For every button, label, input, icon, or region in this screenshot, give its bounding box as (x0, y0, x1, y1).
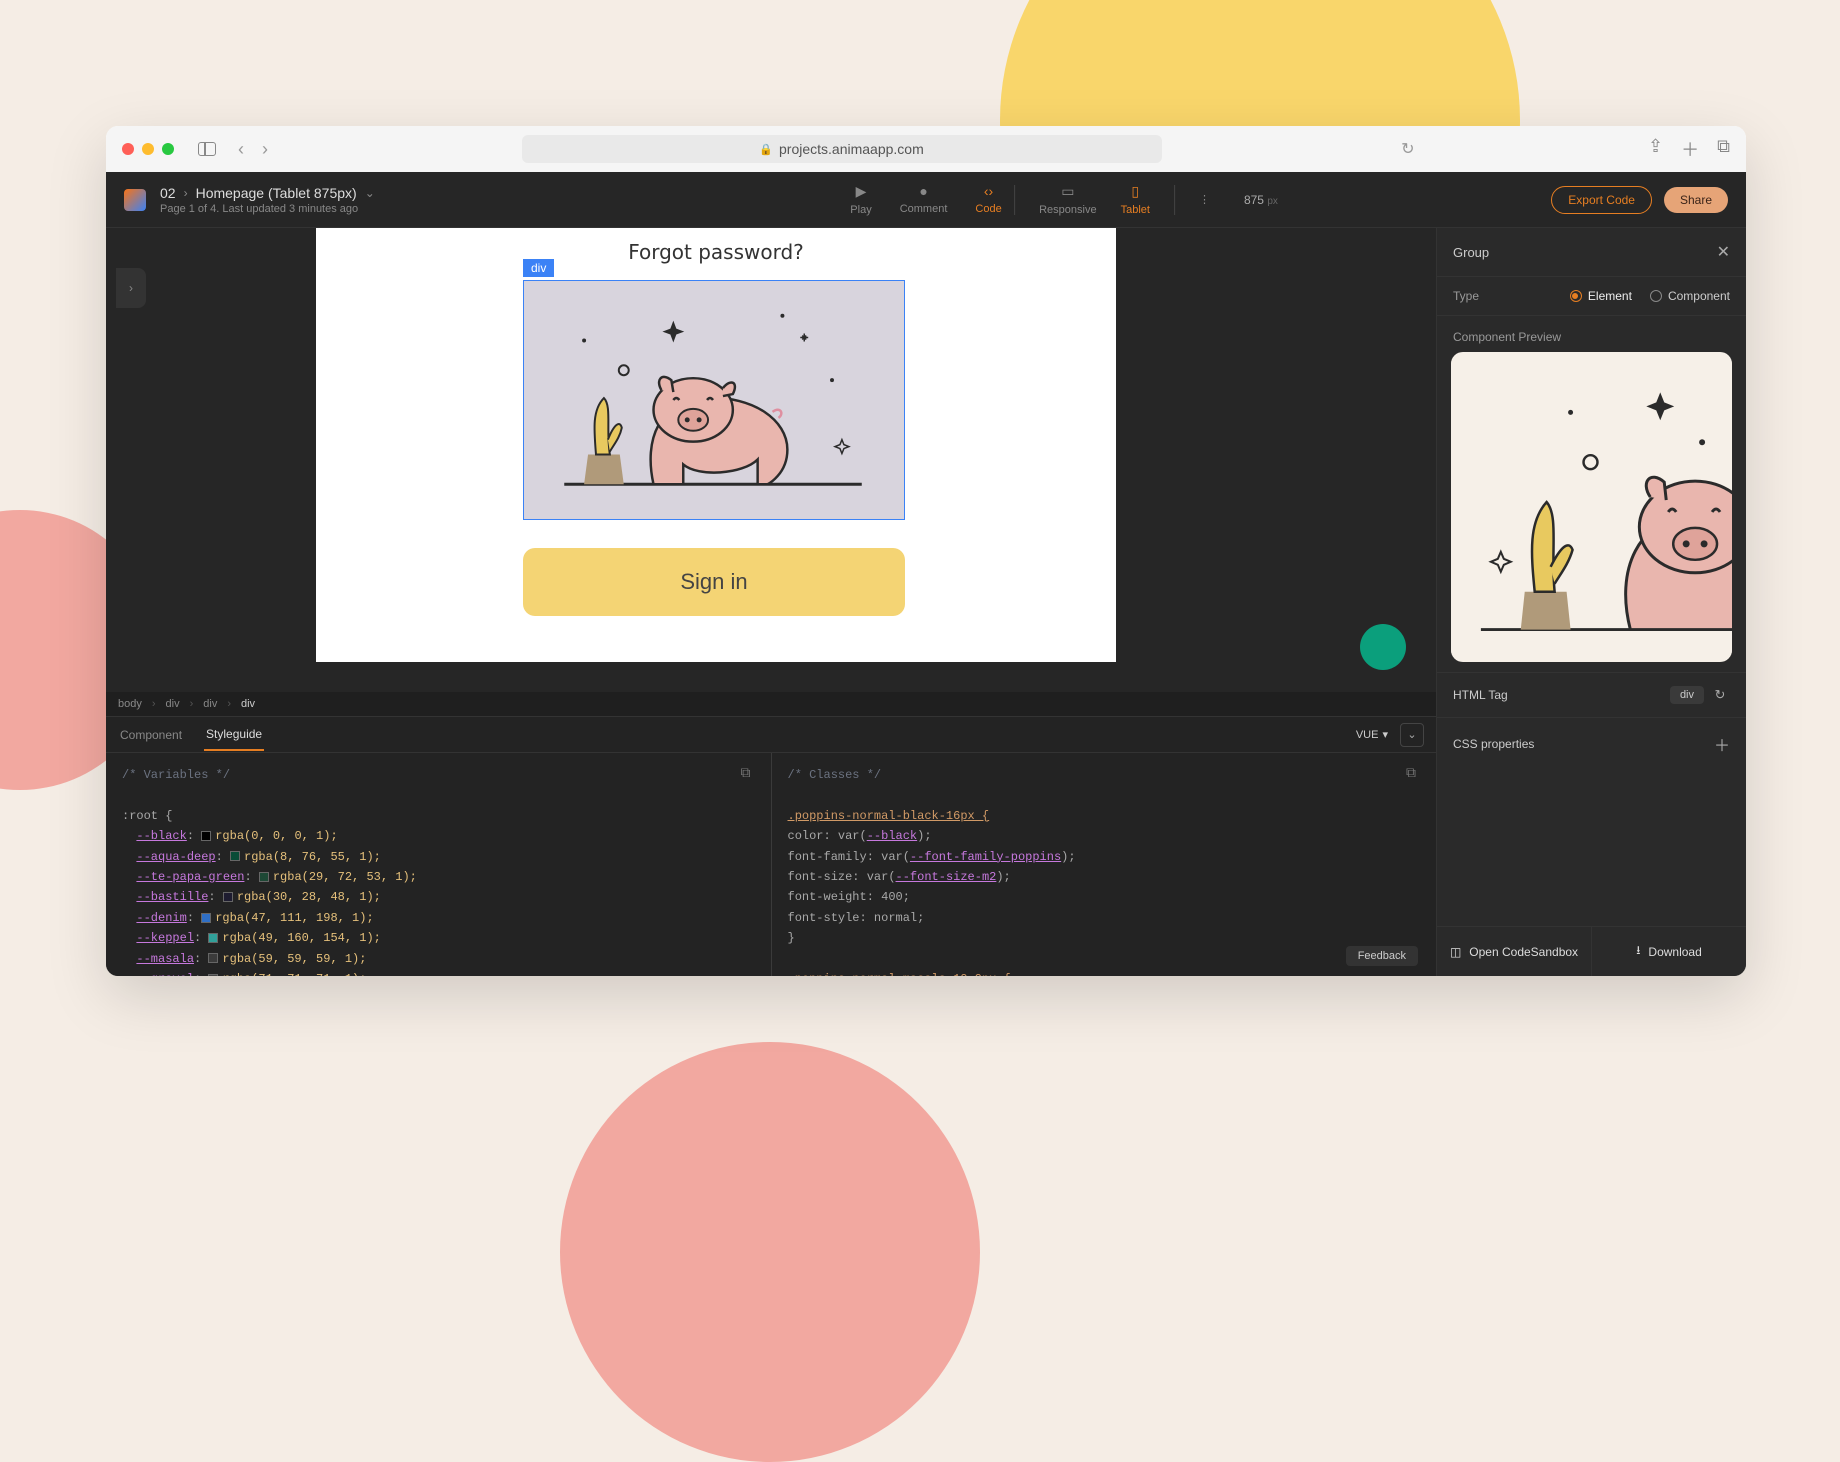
chrome-actions: ⇪ ＋ ⧉ (1648, 136, 1730, 162)
sign-in-button[interactable]: Sign in (523, 548, 905, 616)
maximize-window-button[interactable] (162, 143, 174, 155)
breadcrumb-item[interactable]: div (203, 698, 217, 710)
type-row: Type Element Component (1437, 276, 1746, 315)
back-button[interactable]: ‹ (238, 139, 244, 160)
breadcrumb-item[interactable]: div (241, 698, 255, 710)
html-tag-label: HTML Tag (1453, 688, 1508, 702)
forgot-password-text: Forgot password? (316, 240, 1116, 264)
chevron-down-icon[interactable]: ⌄ (365, 186, 375, 200)
forward-button[interactable]: › (262, 139, 268, 160)
crumb-number: 02 (160, 185, 176, 201)
panel-content: ⧉ /* Variables */:root { --black: rgba(0… (106, 753, 1436, 976)
top-bar-actions: Export Code Share (1551, 186, 1728, 214)
language-dropdown[interactable]: VUE ▾ (1356, 728, 1388, 741)
reload-icon[interactable]: ↻ (1401, 139, 1414, 159)
tablet-icon: ▯ (1131, 183, 1139, 200)
chevron-down-icon: ▾ (1382, 728, 1388, 741)
reset-icon[interactable]: ↻ (1710, 685, 1730, 705)
add-icon[interactable]: ＋ (1714, 732, 1730, 756)
code-panel: Component Styleguide VUE ▾ ⌄ ⧉ (106, 716, 1436, 976)
dimension-label: 875 px (1244, 193, 1278, 207)
component-preview (1451, 352, 1732, 662)
selection-tag: div (523, 259, 554, 277)
browser-window: ‹ › 🔒 projects.animaapp.com ↻ ⇪ ＋ ⧉ 02 ›… (106, 126, 1746, 976)
url-bar[interactable]: 🔒 projects.animaapp.com (522, 135, 1162, 163)
main-area: › Forgot password? div (106, 228, 1746, 976)
app-shell: 02 › Homepage (Tablet 875px) ⌄ Page 1 of… (106, 172, 1746, 976)
comment-icon: ● (919, 183, 927, 199)
expand-sidebar-handle[interactable]: › (116, 268, 146, 308)
inspector-title: Group (1453, 245, 1489, 260)
type-radio-component[interactable]: Component (1650, 289, 1730, 303)
illustration (524, 281, 904, 519)
mode-tabs: ▶ Play ● Comment ‹› Code (850, 183, 1001, 216)
css-props-row: CSS properties ＋ (1437, 717, 1746, 770)
css-props-label: CSS properties (1453, 737, 1534, 751)
top-bar: 02 › Homepage (Tablet 875px) ⌄ Page 1 of… (106, 172, 1746, 228)
html-tag-value[interactable]: div (1670, 686, 1704, 704)
export-code-button[interactable]: Export Code (1551, 186, 1652, 214)
canvas-column: › Forgot password? div (106, 228, 1436, 976)
dom-breadcrumb: body › div › div › div (106, 692, 1436, 716)
download-button[interactable]: ⭳ Download (1591, 927, 1746, 976)
artboard: Forgot password? div (316, 228, 1116, 662)
feedback-button[interactable]: Feedback (1346, 946, 1418, 966)
open-codesandbox-button[interactable]: ◫ Open CodeSandbox (1437, 927, 1591, 976)
share-button[interactable]: Share (1664, 187, 1728, 213)
separator (1174, 185, 1175, 215)
device-tabs: ▭ Responsive ▯ Tablet ⋮ 875 px (1014, 183, 1278, 216)
copy-icon[interactable]: ⧉ (1406, 763, 1424, 781)
breadcrumb-item[interactable]: div (166, 698, 180, 710)
code-classes-column: ⧉ /* Classes */.poppins-normal-black-16p… (772, 753, 1437, 976)
tabs-icon[interactable]: ⧉ (1717, 136, 1730, 162)
panel-tabs: Component Styleguide VUE ▾ ⌄ (106, 717, 1436, 753)
new-tab-icon[interactable]: ＋ (1681, 136, 1699, 162)
page-title: Homepage (Tablet 875px) (196, 185, 357, 201)
url-text: projects.animaapp.com (779, 141, 924, 157)
mode-tab-play[interactable]: ▶ Play (850, 183, 871, 216)
tab-styleguide[interactable]: Styleguide (204, 719, 264, 751)
device-tab-responsive[interactable]: ▭ Responsive (1039, 183, 1096, 216)
separator (1014, 185, 1015, 215)
responsive-icon: ▭ (1061, 183, 1074, 200)
selection-box[interactable]: div (523, 280, 905, 520)
sidebar-toggle-icon[interactable] (198, 142, 216, 156)
copy-icon[interactable]: ⧉ (741, 763, 759, 781)
preview-label: Component Preview (1437, 315, 1746, 352)
chevron-right-icon: › (184, 186, 188, 200)
help-fab[interactable] (1360, 624, 1406, 670)
mode-tab-comment[interactable]: ● Comment (900, 183, 948, 216)
download-icon: ⭳ (1636, 941, 1640, 962)
device-tab-tablet[interactable]: ▯ Tablet (1121, 183, 1150, 216)
inspector-header: Group ✕ (1437, 228, 1746, 276)
page-subtitle: Page 1 of 4. Last updated 3 minutes ago (160, 203, 375, 215)
canvas-viewport: › Forgot password? div (106, 228, 1436, 692)
type-label: Type (1453, 289, 1479, 303)
collapse-panel-button[interactable]: ⌄ (1400, 723, 1424, 747)
app-logo (124, 189, 146, 211)
lock-icon: 🔒 (759, 143, 773, 156)
browser-chrome: ‹ › 🔒 projects.animaapp.com ↻ ⇪ ＋ ⧉ (106, 126, 1746, 172)
codesandbox-icon: ◫ (1450, 945, 1461, 959)
tab-component[interactable]: Component (118, 720, 184, 750)
code-icon: ‹› (984, 183, 993, 199)
play-icon: ▶ (856, 183, 867, 200)
traffic-lights (122, 143, 174, 155)
share-icon[interactable]: ⇪ (1648, 136, 1663, 162)
close-window-button[interactable] (122, 143, 134, 155)
inspector-panel: Group ✕ Type Element Component Component… (1436, 228, 1746, 976)
more-icon[interactable]: ⋮ (1199, 193, 1210, 206)
breadcrumb-item[interactable]: body (118, 698, 142, 710)
breadcrumb-title: 02 › Homepage (Tablet 875px) ⌄ Page 1 of… (160, 185, 375, 215)
type-radio-element[interactable]: Element (1570, 289, 1632, 303)
nav-arrows: ‹ › (238, 139, 268, 160)
mode-tab-code[interactable]: ‹› Code (975, 183, 1001, 216)
bg-decoration-blob (560, 1042, 980, 1462)
close-icon[interactable]: ✕ (1717, 242, 1730, 262)
minimize-window-button[interactable] (142, 143, 154, 155)
code-variables-column: ⧉ /* Variables */:root { --black: rgba(0… (106, 753, 771, 976)
html-tag-row: HTML Tag div ↻ (1437, 672, 1746, 717)
inspector-footer: ◫ Open CodeSandbox ⭳ Download (1437, 926, 1746, 976)
